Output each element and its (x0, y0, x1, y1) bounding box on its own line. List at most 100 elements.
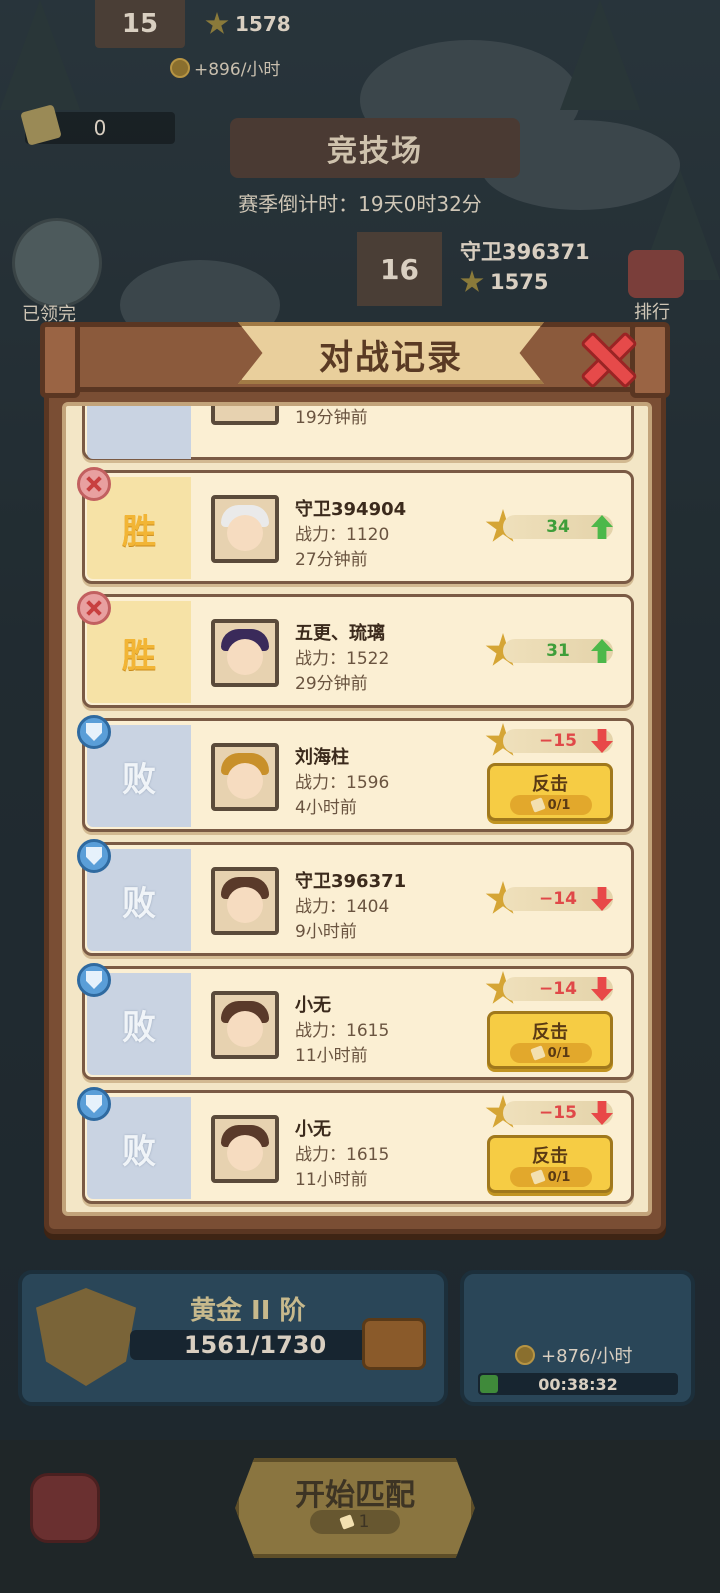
opponent-name: 守卫394904 (295, 499, 407, 520)
coin-icon (515, 1345, 535, 1365)
record-card: 败 守卫396371 战力：1404 9小时前 −14 (77, 839, 634, 956)
rank-number: 16 (357, 232, 442, 306)
opponent-name: 守卫396371 (295, 871, 407, 892)
top-rank-number: 15 (95, 0, 185, 48)
record-time: 29分钟前 (295, 674, 368, 694)
score-change: −14 (539, 979, 577, 999)
score-change: 31 (546, 641, 570, 661)
opponent-avatar[interactable] (211, 743, 279, 811)
income-timer: 00:38:32 (478, 1373, 678, 1395)
opponent-avatar[interactable] (211, 619, 279, 687)
tier-progress: 1561/1730 (130, 1330, 380, 1360)
ticket-icon (529, 1169, 546, 1185)
top-rate-value: +896/小时 (194, 60, 281, 80)
result-label: 败 (122, 883, 156, 924)
record-time: 4小时前 (295, 798, 357, 818)
ticket-icon (529, 797, 546, 813)
trophy-icon (460, 270, 484, 292)
defense-shield-icon (77, 839, 111, 873)
top-score: 1578 (205, 12, 291, 36)
result-label: 败 (122, 1007, 156, 1048)
defense-shield-icon (77, 715, 111, 749)
record-time: 11小时前 (295, 1046, 368, 1066)
result-label: 胜 (122, 635, 156, 676)
record-card: 败 小无 战力：1615 11小时前 −14 反击 0/1 (77, 963, 634, 1080)
score-change: −15 (539, 731, 577, 751)
record-time: 27分钟前 (295, 550, 368, 570)
start-match-label: 开始匹配 (295, 1478, 415, 1513)
score-change: 34 (546, 517, 570, 537)
trophy-icon (205, 12, 229, 34)
close-button[interactable] (578, 330, 630, 382)
result-label: 胜 (122, 511, 156, 552)
leaderboard-label: 排行 (634, 302, 670, 323)
record-list-container[interactable]: 19分钟前 胜 守卫394904 战力：1120 27分钟前 34 胜 五更、琉… (62, 402, 652, 1216)
record-time: 19分钟前 (295, 408, 368, 428)
revenge-cost: 0/1 (510, 1043, 592, 1063)
treasure-chest-icon[interactable] (362, 1318, 426, 1370)
match-cost: 1 (310, 1510, 400, 1534)
income-rate: +876/小时 (515, 1342, 633, 1368)
match-cost-value: 1 (358, 1512, 370, 1532)
record-card: 败 刘海柱 战力：1596 4小时前 −15 反击 0/1 (77, 715, 634, 832)
opponent-power: 战力：1596 (295, 773, 390, 793)
dialog-title: 对战记录 (319, 338, 463, 378)
arena-title: 竞技场 (230, 118, 520, 178)
coin-icon (170, 57, 190, 78)
attack-badge-icon (77, 467, 111, 501)
rank-player-score: 1575 (460, 270, 548, 294)
leaderboard-icon[interactable] (628, 250, 684, 298)
opponent-name: 五更、琉璃 (295, 623, 385, 644)
ticket-icon (338, 1514, 355, 1530)
result-label: 败 (122, 1131, 156, 1172)
opponent-power: 战力：1522 (295, 649, 390, 669)
opponent-avatar[interactable] (211, 991, 279, 1059)
dialog-post-left (40, 322, 80, 398)
record-time: 11小时前 (295, 1170, 368, 1190)
rank-player-score-value: 1575 (490, 270, 549, 294)
opponent-name: 小无 (295, 1119, 331, 1140)
revenge-button[interactable]: 反击 0/1 (487, 763, 613, 821)
record-card-partial: 19分钟前 (82, 406, 634, 460)
dialog-post-right (630, 322, 670, 398)
opponent-avatar[interactable] (211, 1115, 279, 1183)
opponent-power: 战力：1615 (295, 1145, 390, 1165)
record-card: 胜 守卫394904 战力：1120 27分钟前 34 (77, 467, 634, 584)
revenge-button[interactable]: 反击 0/1 (487, 1011, 613, 1069)
revenge-cost-value: 0/1 (547, 1045, 571, 1061)
score-change: −15 (539, 1103, 577, 1123)
top-score-value: 1578 (235, 12, 291, 36)
battle-record-dialog: 对战记录 19分钟前 胜 守卫394904 战力：1120 27分钟前 34 胜… (40, 322, 670, 1234)
revenge-button[interactable]: 反击 0/1 (487, 1135, 613, 1193)
score-change: −14 (539, 889, 577, 909)
income-timer-value: 00:38:32 (538, 1374, 618, 1394)
opponent-avatar (211, 406, 279, 425)
battle-log-icon[interactable] (30, 1473, 100, 1543)
tier-name: 黄金 II 阶 (190, 1296, 306, 1326)
revenge-label: 反击 (532, 774, 568, 795)
opponent-avatar[interactable] (211, 867, 279, 935)
attack-badge-icon (77, 591, 111, 625)
timer-progress-fill (480, 1375, 498, 1393)
revenge-cost-value: 0/1 (547, 1169, 571, 1185)
record-list: 19分钟前 胜 守卫394904 战力：1120 27分钟前 34 胜 五更、琉… (77, 406, 634, 1212)
revenge-cost: 0/1 (510, 795, 592, 815)
revenge-label: 反击 (532, 1022, 568, 1043)
ticket-icon (529, 1045, 546, 1061)
defense-shield-icon (77, 963, 111, 997)
opponent-power: 战力：1404 (295, 897, 390, 917)
income-rate-value: +876/小时 (541, 1346, 633, 1367)
season-countdown: 赛季倒计时：19天0时32分 (238, 192, 482, 216)
result-label: 败 (122, 759, 156, 800)
opponent-avatar[interactable] (211, 495, 279, 563)
rank-player-name: 守卫396371 (460, 240, 590, 264)
opponent-name: 小无 (295, 995, 331, 1016)
revenge-cost: 0/1 (510, 1167, 592, 1187)
revenge-cost-value: 0/1 (547, 797, 571, 813)
claim-reward-button[interactable] (12, 218, 102, 308)
record-card: 胜 五更、琉璃 战力：1522 29分钟前 31 (77, 591, 634, 708)
opponent-power: 战力：1120 (295, 525, 390, 545)
revenge-label: 反击 (532, 1146, 568, 1167)
opponent-power: 战力：1615 (295, 1021, 390, 1041)
opponent-name: 刘海柱 (295, 747, 349, 768)
